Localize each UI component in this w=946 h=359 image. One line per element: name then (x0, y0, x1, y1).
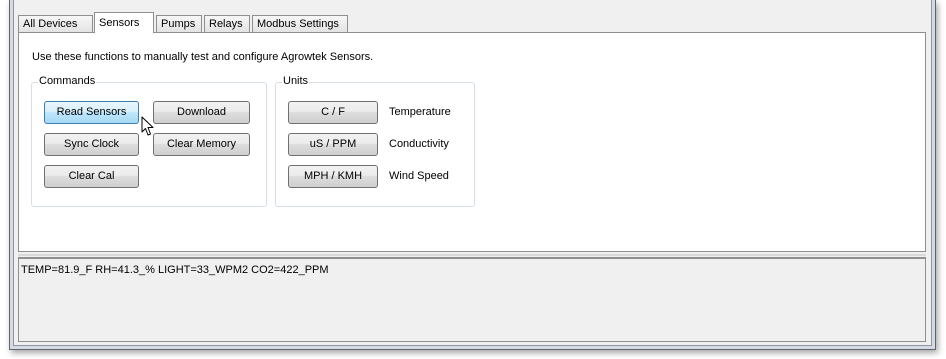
commands-group-title: Commands (38, 75, 97, 87)
temperature-unit-button[interactable]: C / F (288, 101, 378, 124)
conductivity-unit-button[interactable]: uS / PPM (288, 133, 378, 156)
tab-sensors[interactable]: Sensors (94, 12, 154, 33)
read-sensors-button[interactable]: Read Sensors (44, 101, 139, 124)
intro-text: Use these functions to manually test and… (32, 51, 374, 63)
sensor-output-box[interactable]: TEMP=81.9_F RH=41.3_% LIGHT=33_WPM2 CO2=… (18, 257, 926, 342)
sensor-output-text: TEMP=81.9_F RH=41.3_% LIGHT=33_WPM2 CO2=… (21, 264, 329, 276)
units-group-title: Units (282, 75, 310, 87)
panel-splitter[interactable] (18, 254, 926, 256)
commands-group: Commands Read Sensors Download Sync Cloc… (31, 75, 267, 207)
conductivity-label: Conductivity (389, 138, 449, 150)
wind-speed-label: Wind Speed (389, 170, 449, 182)
tab-modbus-settings[interactable]: Modbus Settings (252, 15, 348, 32)
sync-clock-button[interactable]: Sync Clock (44, 133, 139, 156)
mouse-pointer-icon (141, 116, 154, 136)
temperature-label: Temperature (389, 106, 451, 118)
app-window: All Devices Sensors Pumps Relays Modbus … (9, 0, 936, 350)
download-button[interactable]: Download (153, 101, 250, 124)
clear-cal-button[interactable]: Clear Cal (44, 165, 139, 188)
window-client-area: All Devices Sensors Pumps Relays Modbus … (13, 0, 932, 346)
tab-pumps[interactable]: Pumps (156, 15, 202, 32)
wind-speed-unit-button[interactable]: MPH / KMH (288, 165, 378, 188)
tab-all-devices[interactable]: All Devices (18, 15, 93, 32)
sensors-tab-panel: Use these functions to manually test and… (18, 32, 926, 252)
clear-memory-button[interactable]: Clear Memory (153, 133, 250, 156)
units-group: Units C / F Temperature uS / PPM Conduct… (275, 75, 475, 207)
tab-relays[interactable]: Relays (204, 15, 250, 32)
